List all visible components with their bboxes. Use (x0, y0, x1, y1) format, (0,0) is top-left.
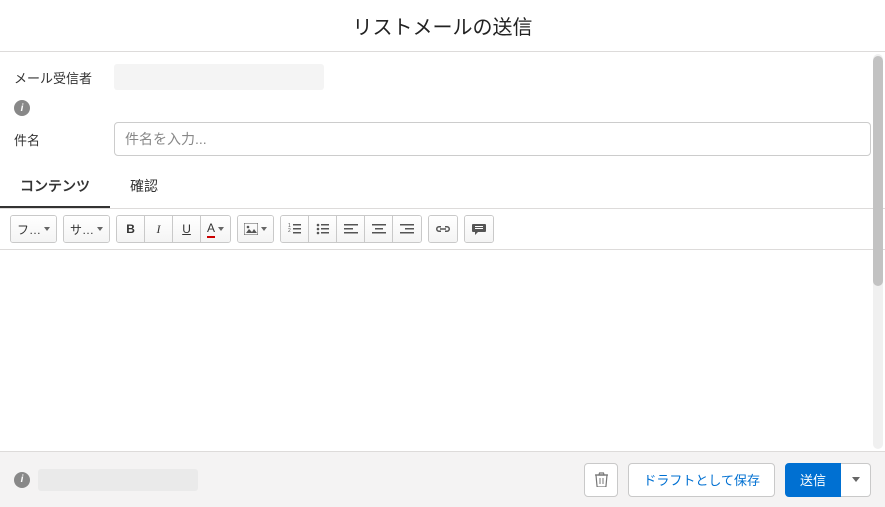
underline-button[interactable]: U (173, 216, 201, 242)
content: メール受信者 i 件名 コンテンツ 確認 フ… サ… B (0, 52, 885, 451)
comment-button[interactable] (465, 216, 493, 242)
delete-button[interactable] (584, 463, 618, 497)
send-button[interactable]: 送信 (785, 463, 841, 497)
footer-left: i (14, 469, 574, 491)
recipients-row: メール受信者 (14, 64, 871, 90)
link-icon (435, 224, 451, 234)
footer: i ドラフトとして保存 送信 (0, 451, 885, 507)
align-right-icon (400, 223, 414, 235)
svg-text:2: 2 (288, 228, 291, 234)
font-size-button[interactable]: サ… (64, 216, 109, 242)
subject-row: 件名 (14, 122, 871, 156)
align-center-button[interactable] (365, 216, 393, 242)
ordered-list-button[interactable]: 12 (281, 216, 309, 242)
recipients-label: メール受信者 (14, 68, 114, 87)
tab-content[interactable]: コンテンツ (0, 166, 110, 208)
send-dropdown-button[interactable] (841, 463, 871, 497)
link-button[interactable] (429, 216, 457, 242)
image-icon (244, 223, 258, 235)
ordered-list-icon: 12 (288, 223, 302, 235)
text-color-button[interactable]: A (201, 216, 230, 242)
bold-button[interactable]: B (117, 216, 145, 242)
footer-status-pill (38, 469, 198, 491)
footer-info-icon[interactable]: i (14, 472, 30, 488)
tabs: コンテンツ 確認 (0, 166, 885, 209)
align-center-icon (372, 223, 386, 235)
scroll-area[interactable]: メール受信者 i 件名 コンテンツ 確認 フ… サ… B (0, 52, 885, 451)
scrollbar-thumb[interactable] (873, 56, 883, 286)
info-icon[interactable]: i (14, 100, 30, 116)
save-draft-button[interactable]: ドラフトとして保存 (628, 463, 775, 497)
font-family-button[interactable]: フ… (11, 216, 56, 242)
modal-header: リストメールの送信 (0, 0, 885, 52)
italic-button[interactable]: I (145, 216, 173, 242)
unordered-list-icon (316, 223, 330, 235)
align-left-icon (344, 223, 358, 235)
modal-title: リストメールの送信 (353, 11, 533, 40)
editor-toolbar: フ… サ… B I U A 12 (0, 209, 885, 250)
trash-icon (595, 472, 608, 487)
image-button[interactable] (238, 216, 273, 242)
editor-body[interactable] (14, 250, 871, 451)
align-right-button[interactable] (393, 216, 421, 242)
recipient-pill[interactable] (114, 64, 324, 90)
unordered-list-button[interactable] (309, 216, 337, 242)
tab-review[interactable]: 確認 (110, 166, 178, 208)
send-split-group: 送信 (785, 463, 871, 497)
align-left-button[interactable] (337, 216, 365, 242)
subject-label: 件名 (14, 130, 114, 149)
comment-icon (472, 223, 486, 236)
subject-input[interactable] (114, 122, 871, 156)
email-compose-modal: リストメールの送信 メール受信者 i 件名 コンテンツ 確認 フ… (0, 0, 885, 507)
